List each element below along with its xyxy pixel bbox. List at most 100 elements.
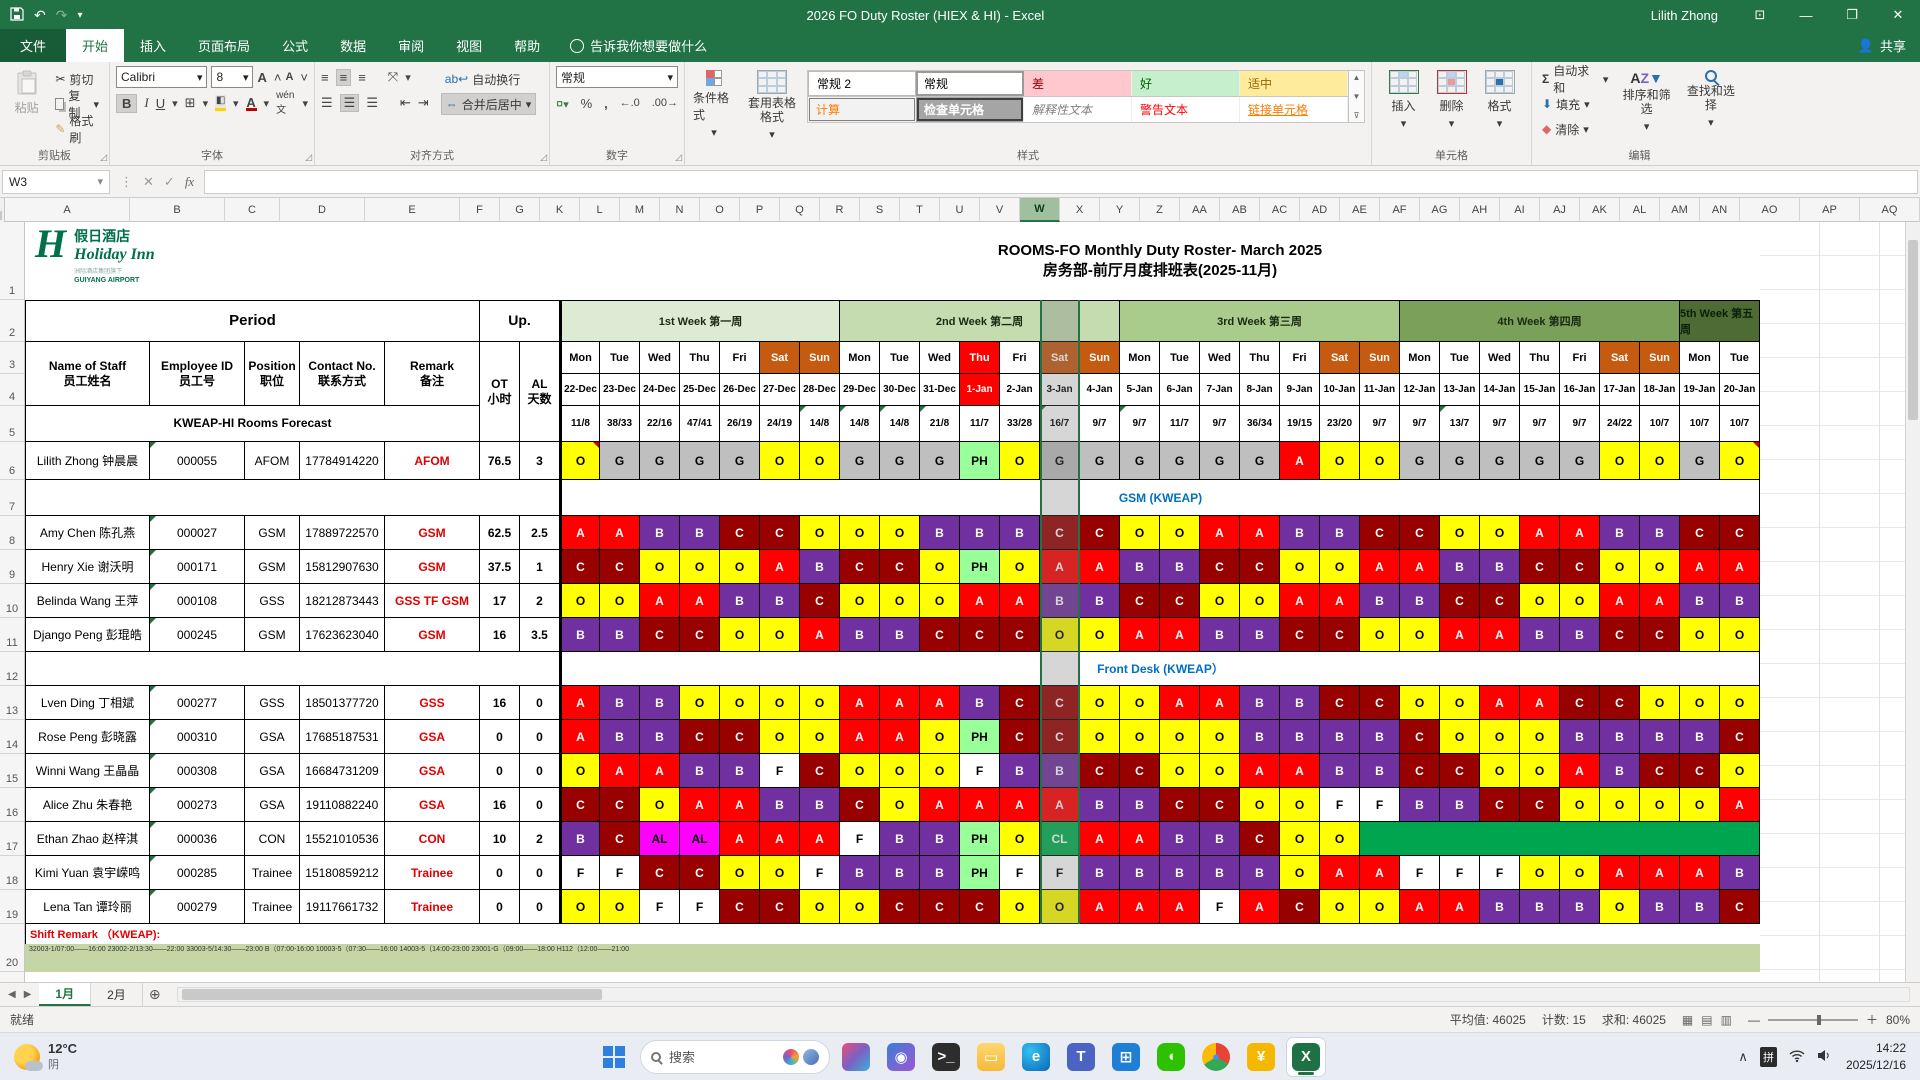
sheet-nav-left-icon[interactable]: ◀ bbox=[8, 989, 16, 1000]
shift-cell[interactable]: O bbox=[1640, 686, 1680, 720]
shift-cell[interactable]: C bbox=[1400, 516, 1440, 550]
staff-al-days[interactable]: 0 bbox=[520, 890, 560, 924]
shift-cell[interactable]: B bbox=[1000, 754, 1040, 788]
staff-al-days[interactable]: 0 bbox=[520, 686, 560, 720]
shift-cell[interactable]: F bbox=[800, 856, 840, 890]
align-bottom-icon[interactable]: ≡ bbox=[358, 70, 366, 85]
row-header-16[interactable]: 16 bbox=[0, 788, 24, 822]
staff-contact[interactable]: 19117661732 bbox=[300, 890, 385, 924]
sheet-nav-right-icon[interactable]: ▶ bbox=[24, 989, 32, 1000]
shift-cell[interactable]: C bbox=[1000, 618, 1040, 652]
qat-customize-icon[interactable]: ▾ bbox=[77, 10, 82, 21]
column-header-AK[interactable]: AK bbox=[1580, 198, 1620, 222]
staff-contact[interactable]: 17784914220 bbox=[300, 442, 385, 480]
shift-cell[interactable]: O bbox=[600, 890, 640, 924]
shift-cell[interactable]: C bbox=[680, 618, 720, 652]
shift-cell[interactable]: C bbox=[1640, 618, 1680, 652]
row-header-4[interactable]: 4 bbox=[0, 374, 24, 406]
shift-cell[interactable]: B bbox=[1320, 754, 1360, 788]
shift-cell[interactable]: B bbox=[1160, 856, 1200, 890]
staff-name[interactable]: Belinda Wang 王萍 bbox=[25, 584, 150, 618]
shift-cell[interactable]: C bbox=[680, 720, 720, 754]
shift-cell[interactable]: A bbox=[880, 686, 920, 720]
staff-employee-id[interactable]: 000055 bbox=[150, 442, 245, 480]
shift-cell[interactable]: B bbox=[760, 584, 800, 618]
staff-contact[interactable]: 15812907630 bbox=[300, 550, 385, 584]
autosum-button[interactable]: Σ自动求和 ▾ bbox=[1538, 68, 1612, 90]
merged-leave-block[interactable] bbox=[1360, 822, 1760, 856]
staff-position[interactable]: Trainee bbox=[245, 890, 300, 924]
row-header-3[interactable]: 3 bbox=[0, 342, 24, 374]
shift-cell[interactable]: B bbox=[1640, 516, 1680, 550]
edge-browser[interactable]: e bbox=[1017, 1038, 1055, 1076]
staff-contact[interactable]: 17685187531 bbox=[300, 720, 385, 754]
cell-style-常规[interactable]: 常规 bbox=[916, 71, 1024, 96]
staff-remark[interactable]: GSA bbox=[385, 788, 480, 822]
shift-cell[interactable]: B bbox=[1360, 720, 1400, 754]
shift-cell[interactable]: G bbox=[600, 442, 640, 480]
shift-cell[interactable]: B bbox=[1600, 720, 1640, 754]
shift-cell[interactable]: B bbox=[960, 686, 1000, 720]
column-header-AN[interactable]: AN bbox=[1700, 198, 1740, 222]
shift-cell[interactable]: B bbox=[1440, 788, 1480, 822]
staff-remark[interactable]: CON bbox=[385, 822, 480, 856]
row-header-12[interactable]: 12 bbox=[0, 652, 24, 686]
font-size-combobox[interactable]: 8▾ bbox=[211, 66, 253, 88]
staff-remark[interactable]: Trainee bbox=[385, 856, 480, 890]
zoom-slider[interactable] bbox=[1768, 1019, 1858, 1021]
find-select-button[interactable]: 查找和选择▾ bbox=[1681, 66, 1741, 133]
staff-ot-hours[interactable]: 0 bbox=[480, 720, 520, 754]
shift-cell[interactable]: C bbox=[1040, 686, 1080, 720]
column-header-AQ[interactable]: AQ bbox=[1860, 198, 1920, 222]
shift-cell[interactable]: B bbox=[640, 720, 680, 754]
shift-cell[interactable]: A bbox=[1240, 754, 1280, 788]
staff-position[interactable]: GSS bbox=[245, 584, 300, 618]
cell-style-链接单元格[interactable]: 链接单元格 bbox=[1240, 97, 1348, 122]
column-header-G[interactable]: G bbox=[500, 198, 540, 222]
staff-ot-hours[interactable]: 62.5 bbox=[480, 516, 520, 550]
shift-cell[interactable]: O bbox=[1360, 442, 1400, 480]
cell-style-适中[interactable]: 适中 bbox=[1240, 71, 1348, 96]
shift-cell[interactable]: O bbox=[1400, 686, 1440, 720]
shift-cell[interactable]: C bbox=[640, 856, 680, 890]
staff-employee-id[interactable]: 000245 bbox=[150, 618, 245, 652]
column-header-D[interactable]: D bbox=[280, 198, 365, 222]
shift-cell[interactable]: B bbox=[1680, 720, 1720, 754]
shift-cell[interactable]: O bbox=[1600, 788, 1640, 822]
shift-cell[interactable]: A bbox=[880, 720, 920, 754]
shift-cell[interactable]: A bbox=[760, 822, 800, 856]
shift-cell[interactable]: B bbox=[800, 550, 840, 584]
staff-al-days[interactable]: 0 bbox=[520, 856, 560, 890]
shift-cell[interactable]: F bbox=[680, 890, 720, 924]
shift-cell[interactable]: A bbox=[1000, 584, 1040, 618]
cell-style-差[interactable]: 差 bbox=[1024, 71, 1132, 96]
shift-cell[interactable]: B bbox=[1600, 516, 1640, 550]
shift-cell[interactable]: C bbox=[1560, 550, 1600, 584]
new-sheet-button[interactable]: ⊕ bbox=[143, 983, 167, 1006]
shift-cell[interactable]: A bbox=[1480, 618, 1520, 652]
staff-position[interactable]: CON bbox=[245, 822, 300, 856]
decrease-decimal-icon[interactable]: .00→ bbox=[652, 97, 678, 109]
shift-cell[interactable]: B bbox=[1320, 516, 1360, 550]
shift-cell[interactable]: C bbox=[760, 890, 800, 924]
shift-cell[interactable]: C bbox=[1440, 754, 1480, 788]
column-header-E[interactable]: E bbox=[365, 198, 460, 222]
shift-cell[interactable]: C bbox=[1040, 720, 1080, 754]
shift-cell[interactable]: B bbox=[840, 856, 880, 890]
shift-cell[interactable]: O bbox=[1440, 686, 1480, 720]
name-box[interactable]: W3 ▾ bbox=[2, 170, 110, 194]
shift-cell[interactable]: O bbox=[840, 754, 880, 788]
shift-cell[interactable]: G bbox=[1160, 442, 1200, 480]
shift-cell[interactable]: A bbox=[1560, 516, 1600, 550]
shift-cell[interactable]: C bbox=[880, 890, 920, 924]
staff-remark[interactable]: GSM bbox=[385, 618, 480, 652]
shift-cell[interactable]: B bbox=[600, 686, 640, 720]
shift-cell[interactable]: B bbox=[960, 516, 1000, 550]
shift-cell[interactable]: B bbox=[1120, 550, 1160, 584]
staff-ot-hours[interactable]: 0 bbox=[480, 856, 520, 890]
increase-indent-icon[interactable]: ⇥ bbox=[418, 95, 429, 111]
shift-cell[interactable]: O bbox=[720, 856, 760, 890]
shift-cell[interactable]: B bbox=[760, 788, 800, 822]
shift-cell[interactable]: O bbox=[880, 516, 920, 550]
shift-cell[interactable]: O bbox=[560, 442, 600, 480]
